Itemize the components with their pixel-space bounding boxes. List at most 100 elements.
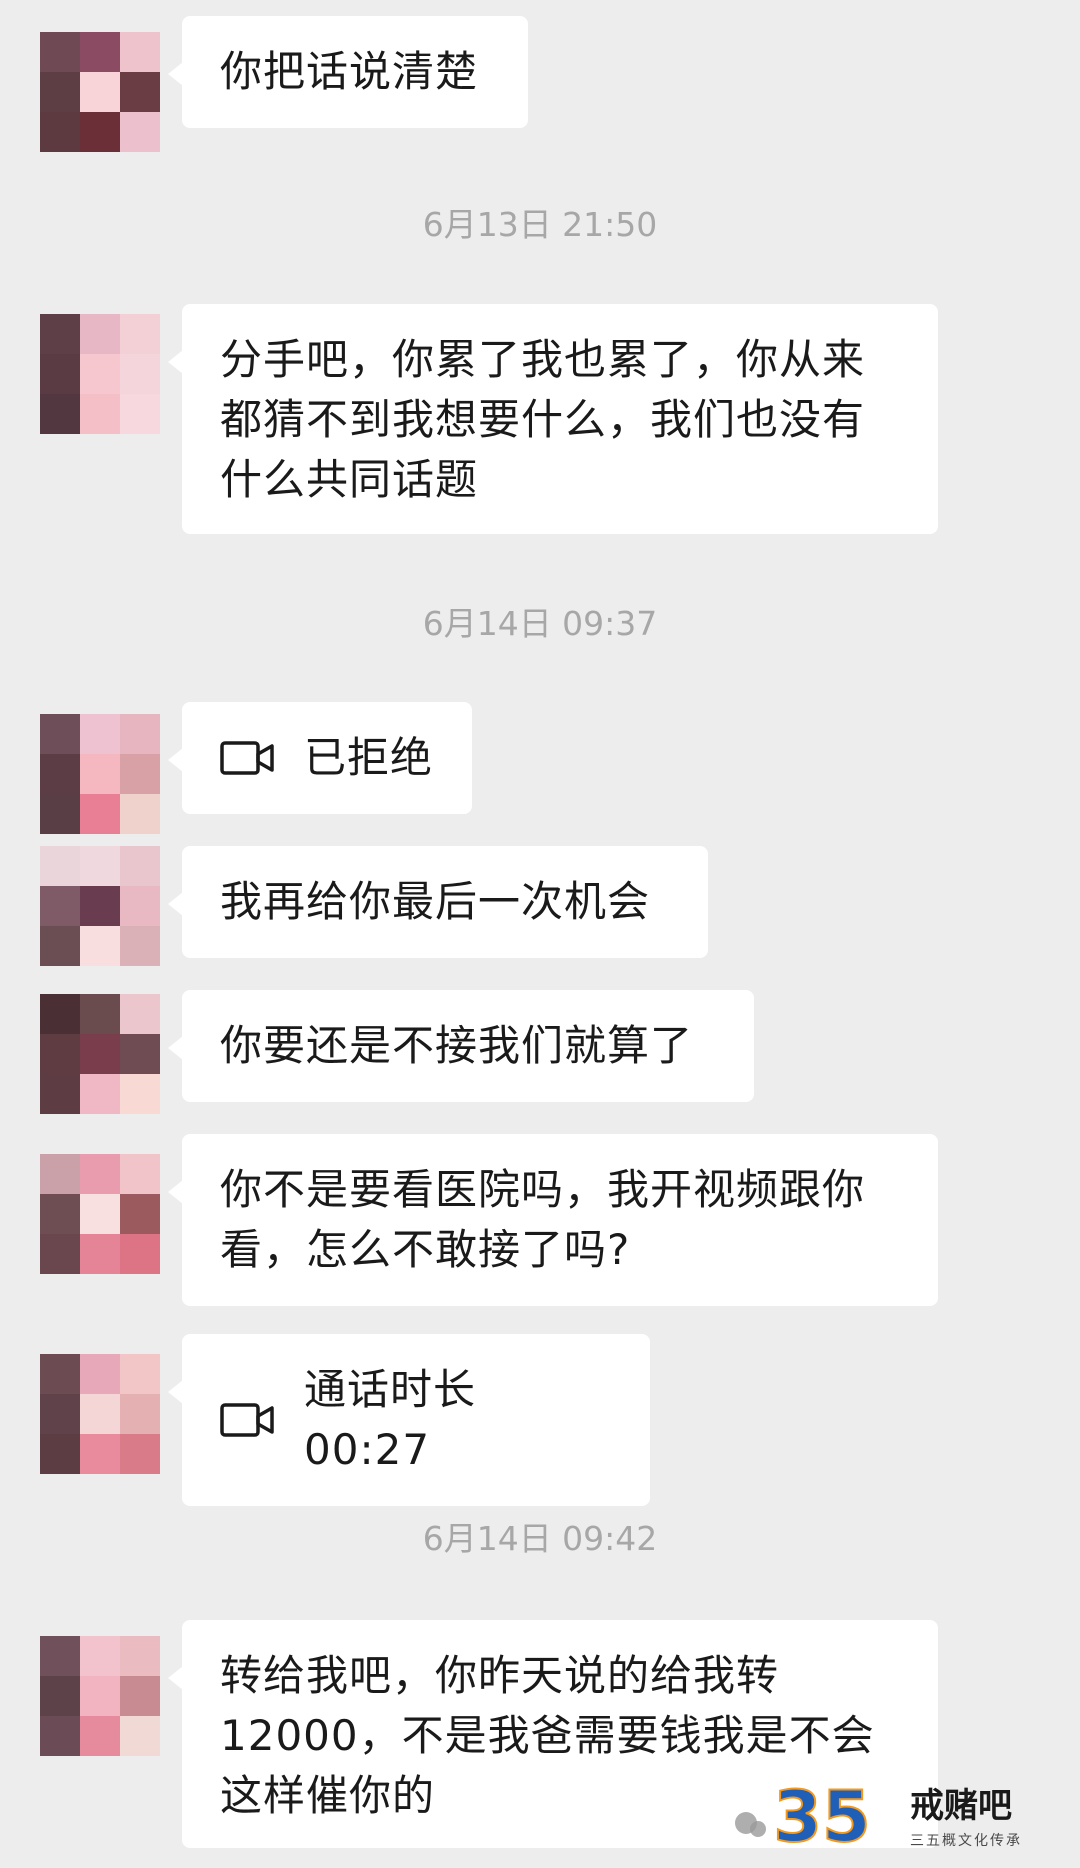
message-text: 我再给你最后一次机会 — [220, 877, 651, 926]
avatar[interactable] — [40, 32, 160, 152]
avatar[interactable] — [40, 994, 160, 1114]
watermark-number: 35 — [773, 1776, 870, 1857]
avatar-mosaic-cell — [40, 794, 80, 834]
avatar-mosaic-cell — [80, 794, 120, 834]
avatar-mosaic-cell — [120, 994, 160, 1034]
avatar-mosaic-cell — [120, 1194, 160, 1234]
avatar-mosaic-cell — [40, 1434, 80, 1474]
avatar-mosaic-cell — [40, 846, 80, 886]
avatar-mosaic-cell — [120, 846, 160, 886]
avatar-mosaic-cell — [80, 754, 120, 794]
video-call-duration-bubble[interactable]: 通话时长 00:27 — [168, 1334, 650, 1506]
avatar-mosaic-cell — [120, 354, 160, 394]
avatar-mosaic-cell — [40, 112, 80, 152]
avatar-mosaic-cell — [120, 1234, 160, 1274]
avatar-mosaic-cell — [80, 72, 120, 112]
avatar-mosaic-cell — [80, 314, 120, 354]
avatar-mosaic-cell — [80, 1394, 120, 1434]
avatar-mosaic-cell — [40, 354, 80, 394]
avatar-mosaic-cell — [80, 112, 120, 152]
avatar-mosaic-cell — [40, 1034, 80, 1074]
avatar-mosaic-cell — [40, 926, 80, 966]
avatar-mosaic-cell — [120, 1354, 160, 1394]
avatar-mosaic-cell — [80, 1034, 120, 1074]
avatar-mosaic-cell — [40, 1636, 80, 1676]
message-text: 分手吧，你累了我也累了，你从来都猜不到我想要什么，我们也没有什么共同话题 — [220, 335, 866, 504]
watermark-title: 戒赌吧 — [910, 1786, 1012, 1826]
avatar-mosaic-cell — [120, 1676, 160, 1716]
message-text: 你把话说清楚 — [220, 47, 479, 96]
avatar-mosaic-cell — [80, 1234, 120, 1274]
message-bubble[interactable]: 你把话说清楚 — [168, 16, 528, 128]
avatar-mosaic-cell — [80, 714, 120, 754]
avatar-mosaic-cell — [80, 886, 120, 926]
avatar-mosaic-cell — [120, 794, 160, 834]
avatar-mosaic-cell — [120, 886, 160, 926]
avatar-mosaic-cell — [120, 714, 160, 754]
avatar[interactable] — [40, 714, 160, 834]
avatar-mosaic-cell — [120, 926, 160, 966]
avatar-mosaic-cell — [80, 1194, 120, 1234]
avatar-mosaic-cell — [120, 1636, 160, 1676]
avatar-mosaic-cell — [40, 314, 80, 354]
message-bubble[interactable]: 我再给你最后一次机会 — [168, 846, 708, 958]
watermark-graphic: 35 戒赌吧 三五概文化传承 — [735, 1775, 1022, 1859]
avatar-mosaic-cell — [80, 394, 120, 434]
avatar-mosaic-cell — [120, 1434, 160, 1474]
avatar-mosaic-cell — [80, 1434, 120, 1474]
avatar-mosaic-cell — [40, 994, 80, 1034]
avatar-mosaic-cell — [40, 754, 80, 794]
avatar-mosaic-cell — [80, 32, 120, 72]
timestamp: 6月14日 09:37 — [422, 604, 658, 643]
avatar-mosaic-cell — [40, 72, 80, 112]
avatar-mosaic-cell — [80, 1154, 120, 1194]
avatar-mosaic-cell — [40, 714, 80, 754]
avatar-mosaic-cell — [40, 1074, 80, 1114]
message-bubble[interactable]: 分手吧，你累了我也累了，你从来都猜不到我想要什么，我们也没有什么共同话题 — [168, 304, 938, 534]
avatar-mosaic-cell — [120, 1074, 160, 1114]
message-bubble[interactable]: 你不是要看医院吗，我开视频跟你看，怎么不敢接了吗? — [168, 1134, 938, 1306]
avatar-mosaic-cell — [40, 886, 80, 926]
message-text: 通话时长 00:27 — [304, 1365, 477, 1474]
avatar-mosaic-cell — [80, 1716, 120, 1756]
avatar-mosaic-cell — [80, 1074, 120, 1114]
avatar-mosaic-cell — [120, 32, 160, 72]
timestamp: 6月14日 09:42 — [422, 1519, 658, 1558]
avatar-mosaic-cell — [80, 1354, 120, 1394]
avatar[interactable] — [40, 314, 160, 434]
avatar-mosaic-cell — [120, 1716, 160, 1756]
message-text: 已拒绝 — [304, 733, 434, 782]
avatar-mosaic-cell — [40, 32, 80, 72]
avatar-mosaic-cell — [40, 1394, 80, 1434]
video-camera-icon — [220, 1403, 274, 1437]
avatar-mosaic-cell — [80, 1636, 120, 1676]
video-call-declined-bubble[interactable]: 已拒绝 — [168, 702, 472, 814]
avatar[interactable] — [40, 1154, 160, 1274]
message-bubble[interactable]: 你要还是不接我们就算了 — [168, 990, 754, 1102]
avatar-mosaic-cell — [80, 846, 120, 886]
avatar-mosaic-cell — [120, 72, 160, 112]
avatar[interactable] — [40, 1636, 160, 1756]
avatar-mosaic-cell — [80, 926, 120, 966]
avatar-mosaic-cell — [120, 314, 160, 354]
avatar-mosaic-cell — [120, 754, 160, 794]
message-text: 你不是要看医院吗，我开视频跟你看，怎么不敢接了吗? — [220, 1165, 866, 1274]
avatar-mosaic-cell — [120, 1394, 160, 1434]
watermark-logo: 35 戒赌吧 三五概文化传承 — [730, 1775, 1075, 1859]
avatar-mosaic-cell — [120, 112, 160, 152]
avatar[interactable] — [40, 846, 160, 966]
avatar-mosaic-cell — [80, 1676, 120, 1716]
avatar-mosaic-cell — [120, 1154, 160, 1194]
avatar-mosaic-cell — [120, 1034, 160, 1074]
avatar-mosaic-cell — [40, 1234, 80, 1274]
avatar-mosaic-cell — [40, 394, 80, 434]
timestamp: 6月13日 21:50 — [422, 205, 658, 244]
avatar-mosaic-cell — [40, 1354, 80, 1394]
avatar[interactable] — [40, 1354, 160, 1474]
video-camera-icon — [220, 741, 274, 775]
avatar-mosaic-cell — [40, 1194, 80, 1234]
avatar-mosaic-cell — [40, 1716, 80, 1756]
watermark-subtitle: 三五概文化传承 — [910, 1833, 1022, 1849]
avatar-mosaic-cell — [40, 1154, 80, 1194]
avatar-mosaic-cell — [80, 994, 120, 1034]
